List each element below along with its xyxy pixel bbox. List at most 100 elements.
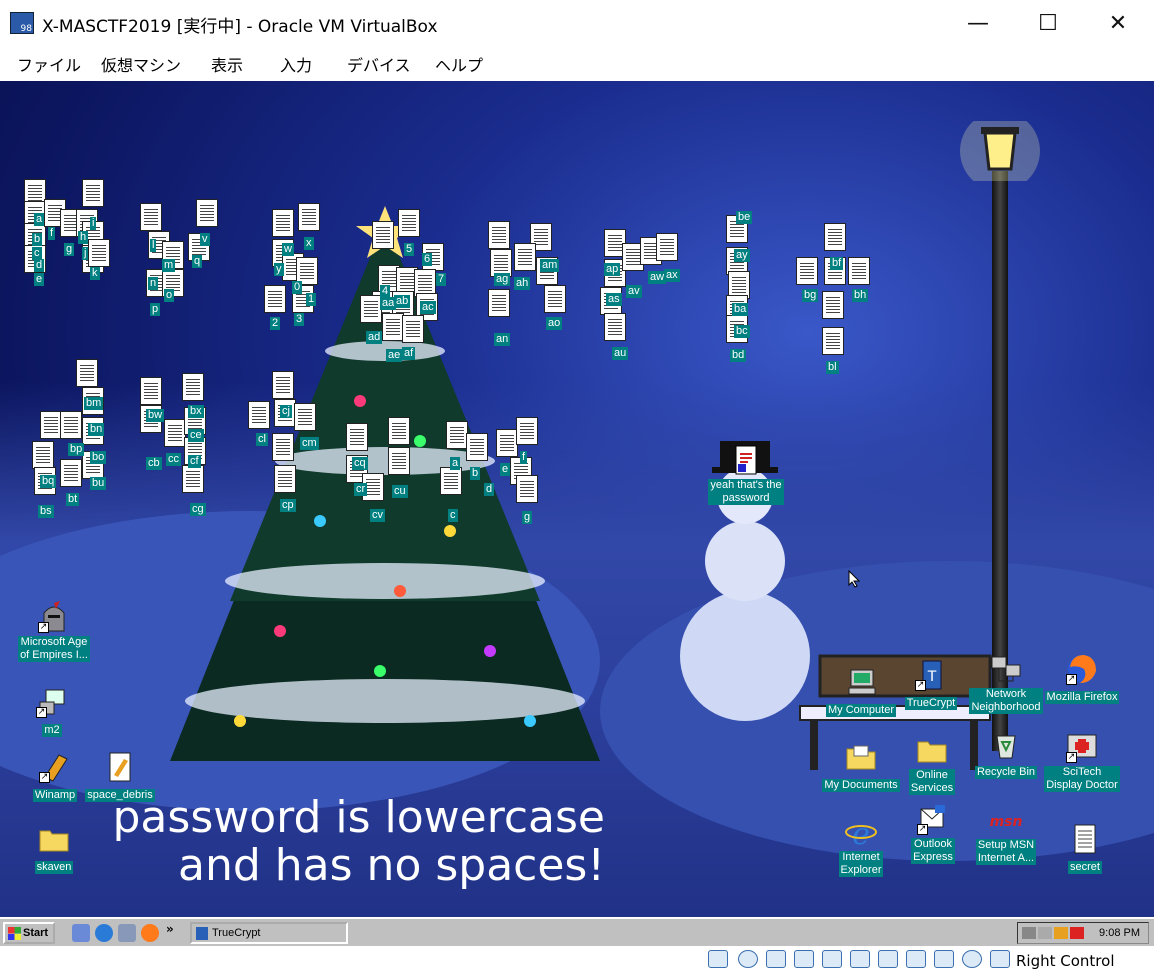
menu-help[interactable]: ヘルプ [435, 52, 483, 76]
network-status-icon[interactable] [822, 950, 842, 968]
text-file-icon[interactable] [656, 233, 678, 261]
text-file-icon[interactable] [272, 209, 294, 237]
internet-explorer-quicklaunch-icon[interactable] [95, 924, 113, 942]
text-file-icon[interactable] [272, 371, 294, 399]
show-desktop-icon[interactable] [72, 924, 90, 942]
desktop-icon-online-services[interactable]: Online Services [905, 734, 959, 795]
program-icon: ↗ [36, 686, 68, 718]
text-file-icon[interactable] [76, 359, 98, 387]
menu-input[interactable]: 入力 [280, 52, 312, 76]
disk-status-icon[interactable] [738, 950, 758, 968]
text-file-icon[interactable] [544, 285, 566, 313]
text-file-icon[interactable] [264, 285, 286, 313]
desktop-icon-truecrypt[interactable]: T ↗ TrueCrypt [900, 659, 962, 710]
text-file-icon[interactable] [824, 223, 846, 251]
text-file-icon[interactable] [382, 313, 404, 341]
icon-label: Setup MSN Internet A... [975, 839, 1037, 865]
menu-machine[interactable]: 仮想マシン [101, 52, 181, 76]
text-file-icon[interactable] [164, 419, 186, 447]
text-file-icon[interactable] [140, 377, 162, 405]
desktop-icon-winamp[interactable]: ↗ Winamp [26, 751, 84, 802]
quicklaunch-more-chevron[interactable]: » [166, 922, 174, 936]
text-file-icon[interactable] [272, 433, 294, 461]
text-file-icon[interactable] [496, 429, 518, 457]
file-label: be [736, 211, 753, 224]
desktop-icon-my-computer[interactable]: My Computer [824, 666, 898, 717]
file-label: ab [394, 295, 411, 308]
tray-scitech-icon[interactable] [1070, 927, 1084, 939]
mouse-integration-status-icon[interactable] [962, 950, 982, 968]
desktop-icon-scitech[interactable]: ↗ SciTech Display Doctor [1044, 731, 1120, 792]
floppy-status-icon[interactable] [766, 950, 786, 968]
tray-display-icon[interactable] [1022, 927, 1036, 939]
text-file-icon[interactable] [796, 257, 818, 285]
text-file-icon[interactable] [32, 441, 54, 469]
tray-volume-icon[interactable] [1038, 927, 1052, 939]
outlook-quicklaunch-icon[interactable] [118, 924, 136, 942]
maximize-button[interactable]: ☐ [1013, 0, 1083, 46]
text-file-icon[interactable] [398, 209, 420, 237]
taskbar-item-truecrypt[interactable]: TrueCrypt [190, 922, 348, 944]
desktop-icon-recycle-bin[interactable]: Recycle Bin [970, 728, 1042, 779]
text-file-icon[interactable] [514, 243, 536, 271]
text-file-icon[interactable] [140, 203, 162, 231]
text-file-icon[interactable] [182, 373, 204, 401]
desktop-icon-setup-msn[interactable]: msn Setup MSN Internet A... [972, 804, 1040, 865]
start-button[interactable]: Start [3, 922, 55, 944]
text-file-icon[interactable] [88, 239, 110, 267]
keyboard-capture-status-icon[interactable] [990, 950, 1010, 968]
text-file-icon[interactable] [446, 421, 468, 449]
text-file-icon[interactable] [822, 327, 844, 355]
file-label: au [612, 347, 629, 360]
desktop-icon-secret[interactable]: secret [1060, 823, 1110, 874]
desktop-icon-firefox[interactable]: ↗ Mozilla Firefox [1044, 653, 1120, 704]
text-file-icon[interactable] [440, 467, 462, 495]
text-file-icon[interactable] [294, 403, 316, 431]
menu-devices[interactable]: デバイス [347, 52, 411, 76]
menu-file[interactable]: ファイル [17, 52, 81, 76]
desktop-icon-network-neighborhood[interactable]: Network Neighborhood [968, 653, 1044, 714]
text-file-icon[interactable] [196, 199, 218, 227]
text-file-icon[interactable] [360, 295, 382, 323]
tray-winamp-icon[interactable] [1054, 927, 1068, 939]
text-file-icon[interactable] [402, 315, 424, 343]
text-file-icon[interactable] [388, 417, 410, 445]
usb-status-icon[interactable] [850, 950, 870, 968]
text-file-icon[interactable] [82, 179, 104, 207]
firefox-quicklaunch-icon[interactable] [141, 924, 159, 942]
text-file-icon[interactable] [466, 433, 488, 461]
text-file-icon[interactable] [346, 423, 368, 451]
desktop-icon-password-note[interactable]: yeah that's the password [708, 444, 784, 505]
text-file-icon[interactable] [516, 417, 538, 445]
desktop-icon-outlook-express[interactable]: ↗ Outlook Express [906, 803, 960, 864]
text-file-icon[interactable] [488, 221, 510, 249]
text-file-icon[interactable] [298, 203, 320, 231]
text-file-icon[interactable] [388, 447, 410, 475]
menu-view[interactable]: 表示 [211, 52, 243, 76]
text-file-icon[interactable] [488, 289, 510, 317]
text-file-icon[interactable] [516, 475, 538, 503]
desktop-icon-age-of-empires[interactable]: ↗ Microsoft Age of Empires I... [16, 601, 92, 662]
virtualization-status-icon[interactable] [934, 950, 954, 968]
text-file-icon[interactable] [372, 221, 394, 249]
text-file-icon[interactable] [822, 291, 844, 319]
desktop-icon-m2[interactable]: ↗ m2 [26, 686, 78, 737]
text-file-icon[interactable] [60, 459, 82, 487]
guest-desktop[interactable]: a b c d e f g h i j k l m n o p q v w x y 0 1 2 3 4 5 6 7 aa ab ac ad ae a… [0, 81, 1154, 917]
shared-folders-status-icon[interactable] [878, 950, 898, 968]
text-file-icon[interactable] [274, 465, 296, 493]
text-file-icon[interactable] [182, 465, 204, 493]
text-file-icon[interactable] [848, 257, 870, 285]
minimize-button[interactable]: — [943, 0, 1013, 46]
text-file-icon[interactable] [248, 401, 270, 429]
optical-drive-status-icon[interactable] [708, 950, 728, 968]
text-file-icon[interactable] [60, 411, 82, 439]
audio-status-icon[interactable] [794, 950, 814, 968]
display-status-icon[interactable] [906, 950, 926, 968]
desktop-icon-internet-explorer[interactable]: e Internet Explorer [834, 816, 888, 877]
text-file-icon[interactable] [40, 411, 62, 439]
desktop-icon-my-documents[interactable]: My Documents [822, 741, 900, 792]
text-file-icon[interactable] [604, 313, 626, 341]
desktop-icon-skaven[interactable]: skaven [28, 823, 80, 874]
close-button[interactable]: ✕ [1083, 0, 1153, 46]
